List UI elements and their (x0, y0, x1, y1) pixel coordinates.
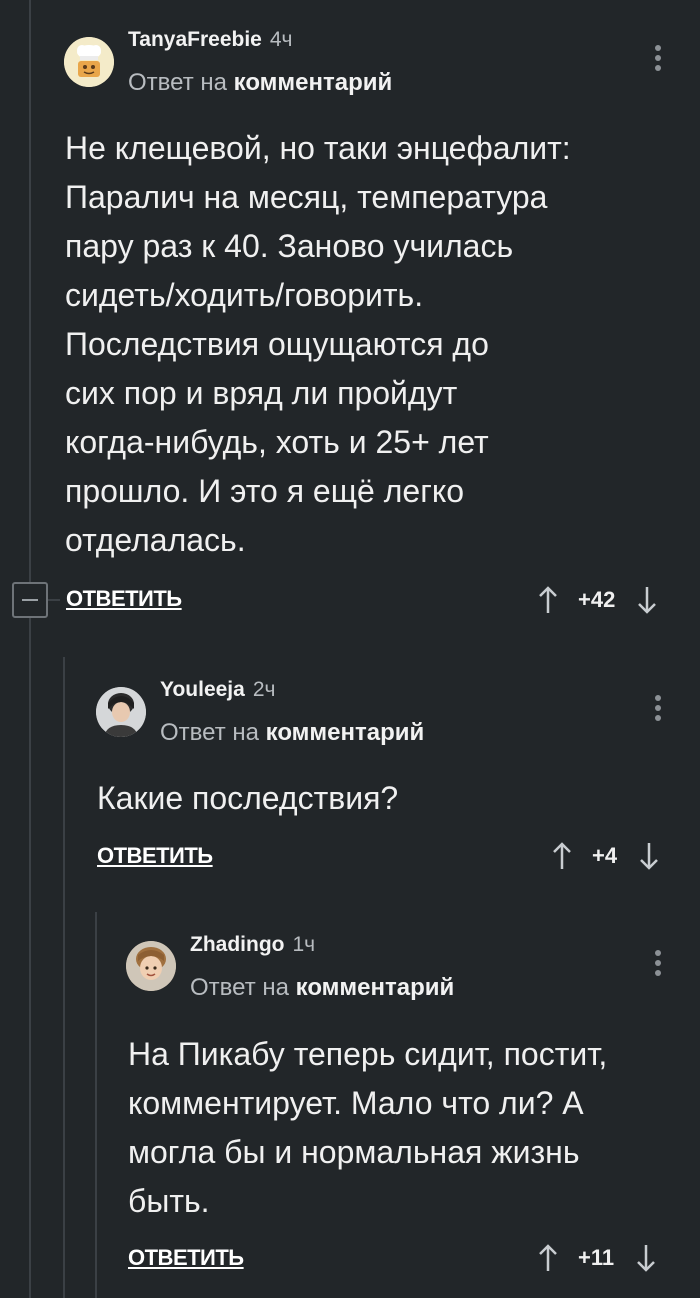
reply-button[interactable]: ОТВЕТИТЬ (66, 586, 182, 612)
vote-block: +4 (552, 838, 659, 874)
comment-time: 4ч (269, 28, 293, 51)
thread-line-root (29, 618, 31, 1298)
user-photo-icon (96, 687, 146, 737)
comment-line: Не клещевой, но таки энцефалит: (65, 130, 571, 166)
comment-line: могла бы и нормальная жизнь (128, 1134, 580, 1170)
comment-body: Какие последствия? (97, 774, 398, 823)
username[interactable]: Zhadingo 1ч (190, 933, 315, 957)
reply-button[interactable]: ОТВЕТИТЬ (128, 1245, 244, 1271)
thread-line-level1 (63, 657, 65, 1298)
username-text[interactable]: Zhadingo (190, 933, 284, 956)
vertical-dots-icon (655, 695, 661, 701)
vertical-dots-icon (655, 950, 661, 956)
username[interactable]: TanyaFreebie 4ч (128, 28, 292, 52)
reply-to: Ответ на комментарий (160, 719, 424, 747)
collapse-connector (48, 599, 60, 601)
comment-line: сидеть/ходить/говорить. (65, 277, 424, 313)
reply-to: Ответ на комментарий (128, 69, 392, 97)
reply-to-link[interactable]: комментарий (266, 719, 425, 746)
chef-avatar-icon (64, 37, 114, 87)
username[interactable]: Youleeja 2ч (160, 678, 275, 702)
arrow-down-icon[interactable] (637, 585, 657, 615)
vote-score: +42 (578, 587, 616, 612)
reply-to-prefix: Ответ на (190, 974, 289, 1001)
reply-to-link[interactable]: комментарий (234, 69, 393, 96)
comment-line: пару раз к 40. Заново училась (65, 228, 514, 264)
comment-body: Не клещевой, но таки энцефалит: Паралич … (65, 124, 571, 565)
thread-line-level2 (95, 912, 97, 1298)
comment-line: когда-нибудь, хоть и 25+ лет (65, 424, 489, 460)
arrow-down-icon[interactable] (636, 1243, 656, 1273)
vertical-dots-icon (655, 45, 661, 51)
comment-body: На Пикабу теперь сидит, постит, комменти… (128, 1030, 607, 1226)
collapse-thread-button[interactable] (12, 582, 48, 618)
avatar[interactable] (96, 687, 146, 737)
reply-to: Ответ на комментарий (190, 974, 454, 1002)
more-options-button[interactable] (655, 695, 661, 725)
comment-line: Какие последствия? (97, 780, 399, 816)
arrow-down-icon[interactable] (639, 841, 659, 871)
arrow-up-icon[interactable] (538, 1243, 558, 1273)
comment-line: сих пор и вряд ли пройдут (65, 375, 458, 411)
vote-block: +42 (538, 582, 657, 618)
comment-line: Паралич на месяц, температура (65, 179, 548, 215)
username-text[interactable]: TanyaFreebie (128, 28, 262, 51)
comment-time: 2ч (252, 678, 276, 701)
comment-time: 1ч (292, 933, 316, 956)
avatar[interactable] (126, 941, 176, 991)
username-text[interactable]: Youleeja (160, 678, 245, 701)
user-photo-icon (126, 941, 176, 991)
reply-to-link[interactable]: комментарий (296, 974, 455, 1001)
comment-line: отделалась. (65, 522, 246, 558)
more-options-button[interactable] (655, 45, 661, 75)
reply-to-prefix: Ответ на (160, 719, 259, 746)
vote-score: +4 (592, 843, 618, 868)
comment-line: быть. (128, 1183, 210, 1219)
arrow-up-icon[interactable] (552, 841, 572, 871)
reply-to-prefix: Ответ на (128, 69, 227, 96)
more-options-button[interactable] (655, 950, 661, 980)
vote-score: +11 (578, 1245, 615, 1270)
comment-line: комментирует. Мало что ли? А (128, 1085, 584, 1121)
vote-block: +11 (538, 1240, 656, 1276)
thread-line-root-top (29, 0, 31, 582)
avatar[interactable] (64, 37, 114, 87)
comment-line: Последствия ощущаются до (65, 326, 489, 362)
comment-line: прошло. И это я ещё легко (65, 473, 465, 509)
reply-button[interactable]: ОТВЕТИТЬ (97, 843, 213, 869)
comment-line: На Пикабу теперь сидит, постит, (128, 1036, 608, 1072)
arrow-up-icon[interactable] (538, 585, 558, 615)
